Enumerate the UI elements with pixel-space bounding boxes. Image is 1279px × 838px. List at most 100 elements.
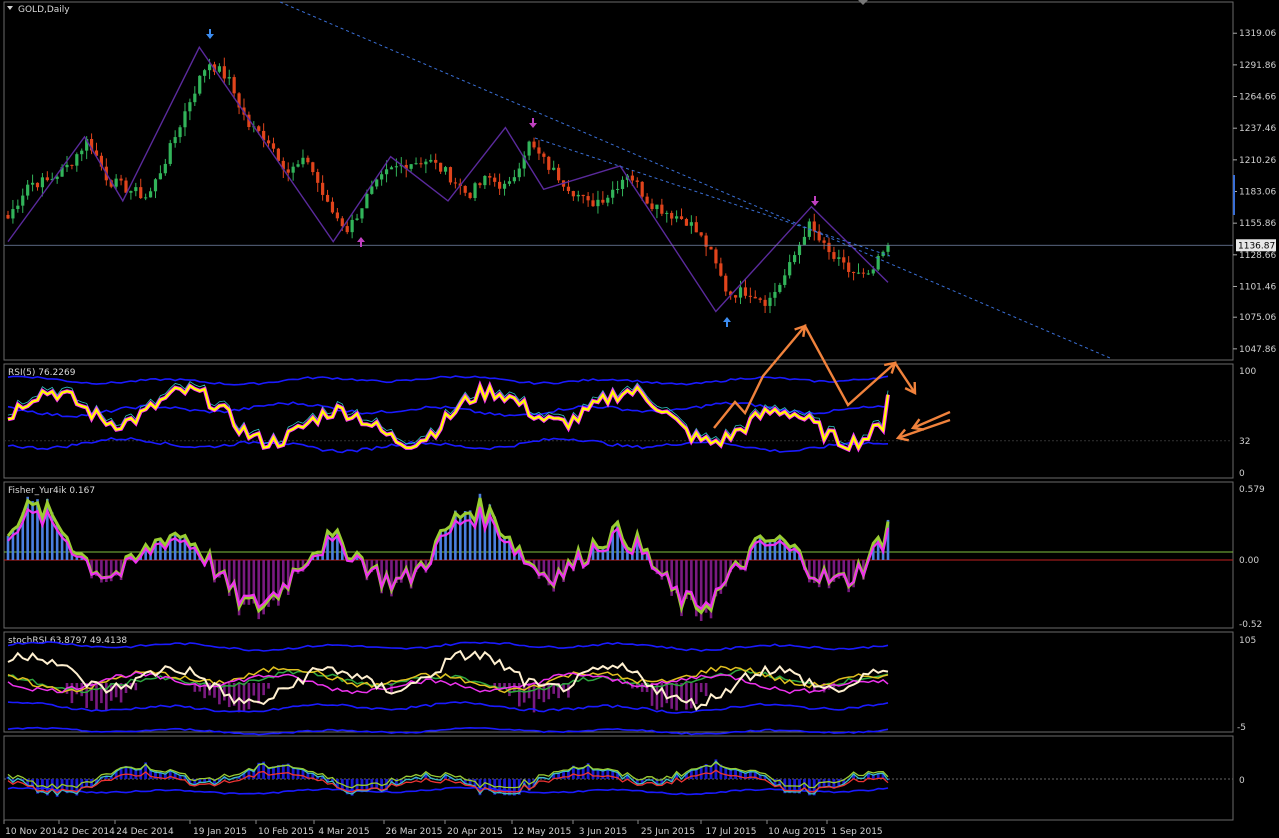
- fisher-histogram-bar: [468, 510, 472, 560]
- price-axis: 1319.06 1291.86 1264.66 1237.46 1210.26 1183.…: [1233, 29, 1276, 355]
- candle-body: [699, 232, 703, 236]
- candle-body: [773, 291, 777, 298]
- candle-body: [325, 194, 330, 202]
- candle-body: [409, 164, 413, 169]
- candle-body: [557, 167, 561, 181]
- candle-body: [301, 157, 305, 165]
- candle-body: [527, 141, 531, 156]
- date-tick-label: 3 Jun 2015: [579, 827, 627, 837]
- candle-body: [207, 64, 212, 71]
- candle-body: [886, 245, 890, 252]
- candle-body: [842, 257, 846, 263]
- candle-body: [296, 164, 300, 167]
- candle-body: [439, 162, 443, 172]
- stochrsi-histogram-bar: [262, 683, 265, 696]
- candle-body: [743, 287, 748, 296]
- candle-body: [679, 216, 684, 220]
- candle-body: [802, 236, 807, 245]
- candle-body: [733, 295, 738, 298]
- candle-body: [778, 284, 782, 292]
- stochrsi-histogram-bar: [547, 683, 551, 700]
- chart-canvas[interactable]: GOLD,Daily RSI(5) 76.2269 Fisher_Yur4ik …: [0, 0, 1279, 838]
- candle-body: [217, 66, 221, 72]
- candle-body: [635, 180, 639, 182]
- candle-body: [40, 177, 45, 188]
- candle-body: [684, 219, 689, 226]
- price-tick-label: 1101.46: [1239, 282, 1276, 292]
- candle-body: [483, 176, 487, 186]
- candle-body: [173, 137, 177, 144]
- price-panel[interactable]: [3, 1, 1234, 361]
- candle-body: [822, 240, 826, 243]
- candle-body: [571, 191, 575, 197]
- candle-body: [512, 177, 516, 182]
- date-tick-label: 20 Apr 2015: [447, 827, 503, 837]
- candle-body: [114, 178, 118, 187]
- candle-body: [227, 77, 231, 79]
- candle-body: [434, 159, 438, 163]
- stochrsi-histogram-bar: [532, 683, 536, 713]
- candle-body: [365, 193, 369, 209]
- candle-body: [478, 183, 482, 186]
- fisher-histogram-bar: [458, 515, 462, 560]
- price-tick-label: 1237.46: [1239, 124, 1276, 134]
- candle-body: [542, 153, 546, 157]
- date-tick-label: 1 Sep 2015: [831, 827, 882, 837]
- date-tick-label: 25 Jun 2015: [641, 827, 695, 837]
- candle-body: [153, 179, 158, 192]
- candle-body: [424, 161, 428, 165]
- candle-body: [611, 189, 615, 198]
- candle-body: [797, 244, 802, 256]
- candle-body: [660, 204, 664, 214]
- rsi-scale-top: 100: [1239, 367, 1256, 377]
- stochrsi-histogram-bar: [252, 683, 256, 696]
- stochrsi-histogram-bar: [242, 683, 246, 712]
- candle-body: [768, 297, 772, 306]
- candle-body: [709, 246, 713, 250]
- candle-body: [35, 182, 40, 188]
- candle-body: [566, 186, 571, 192]
- candle-body: [203, 70, 207, 76]
- candle-body: [488, 176, 492, 178]
- candle-body: [375, 179, 379, 187]
- candle-body: [601, 199, 605, 203]
- price-tick-label: 1183.06: [1239, 188, 1276, 198]
- candle-body: [552, 167, 556, 170]
- candle-body: [335, 212, 339, 219]
- candle-body: [276, 148, 280, 161]
- candle-body: [330, 201, 335, 213]
- date-tick-label: 26 Mar 2015: [385, 827, 442, 837]
- candle-body: [468, 192, 472, 198]
- candle-body: [129, 191, 133, 193]
- date-tick-label: 19 Jan 2015: [193, 827, 247, 837]
- candle-body: [11, 209, 15, 219]
- candle-body: [384, 169, 389, 175]
- candle-body: [753, 296, 757, 299]
- candle-body: [316, 172, 320, 183]
- candle-body: [188, 102, 192, 112]
- candle-body: [360, 208, 364, 219]
- candle-body: [856, 272, 861, 274]
- candle-body: [21, 195, 25, 206]
- stochrsi-histogram-bar: [119, 683, 123, 703]
- candle-body: [80, 150, 84, 155]
- fisher-histogram-bar: [173, 532, 177, 560]
- candle-body: [350, 219, 354, 233]
- candle-body: [394, 166, 398, 168]
- candle-body: [119, 178, 123, 181]
- candle-body: [139, 187, 143, 199]
- stochrsi-panel[interactable]: [3, 631, 1234, 733]
- candle-body: [183, 111, 187, 128]
- candle-body: [70, 164, 74, 166]
- fisher-histogram-bar: [758, 535, 762, 560]
- fisher-label: Fisher_Yur4ik 0.167: [8, 486, 95, 496]
- candle-body: [498, 181, 502, 189]
- candle-body: [493, 177, 497, 182]
- candle-body: [134, 187, 138, 192]
- fisher-histogram-bar: [463, 511, 467, 560]
- stochrsi-histogram-bar: [699, 683, 703, 693]
- candle-body: [694, 222, 698, 233]
- candle-body: [144, 197, 148, 199]
- candle-body: [827, 242, 831, 253]
- price-tick-label: 1075.06: [1239, 313, 1276, 323]
